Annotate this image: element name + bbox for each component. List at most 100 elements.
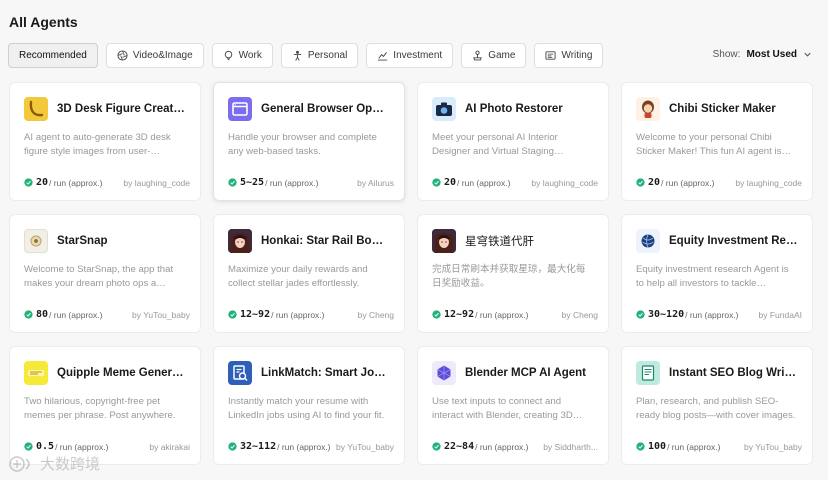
coin-icon: [228, 442, 237, 451]
anime-portrait-icon: [228, 229, 252, 253]
agent-title: Equity Investment Research: [669, 235, 798, 247]
agent-author[interactable]: by Cheng: [558, 310, 598, 320]
coin-icon: [228, 178, 237, 187]
agent-title: Instant SEO Blog Writer: [669, 367, 798, 379]
category-tabs: Recommended Video&Image Work Personal In…: [8, 43, 604, 68]
cost-unit: / run (approx.): [475, 309, 529, 320]
agent-title: Quipple Meme Generator: [57, 367, 186, 379]
tab-game[interactable]: Game: [461, 43, 527, 68]
agent-author[interactable]: by Cheng: [354, 310, 394, 320]
agent-description: Instantly match your resume with LinkedI…: [228, 396, 385, 421]
agent-cost: 22~84: [444, 441, 475, 452]
tab-writing[interactable]: Writing: [534, 43, 604, 68]
banana-icon: [24, 97, 48, 121]
agent-footer: 0.5 / run (approx.) by akirakai: [24, 441, 190, 452]
agent-card[interactable]: Equity Investment Research Equity invest…: [621, 214, 813, 333]
agent-cost: 32~112: [240, 441, 277, 452]
coin-icon: [432, 178, 441, 187]
cost-unit: / run (approx.): [277, 441, 331, 452]
watermark-logo-icon: [9, 455, 30, 472]
browser-window-icon: [228, 97, 252, 121]
agent-card[interactable]: Instant SEO Blog Writer Plan, research, …: [621, 346, 813, 465]
agent-cost: 5~25: [240, 177, 265, 188]
agent-cost: 20: [444, 177, 457, 188]
anime-portrait-icon: [432, 229, 456, 253]
agent-card[interactable]: Chibi Sticker Maker Welcome to your pers…: [621, 82, 813, 201]
agent-footer: 12~92 / run (approx.) by Cheng: [228, 309, 394, 320]
agent-card[interactable]: General Browser Operator Handle your bro…: [213, 82, 405, 201]
agent-description: Two hilarious, copyright-free pet memes …: [24, 396, 176, 421]
coin-icon: [432, 310, 441, 319]
agent-title: StarSnap: [57, 235, 108, 247]
joystick-icon: [472, 50, 483, 61]
agent-footer: 22~84 / run (approx.) by Siddharth...: [432, 441, 598, 452]
agent-cost: 30~120: [648, 309, 685, 320]
agent-title: Blender MCP AI Agent: [465, 367, 586, 379]
agent-author[interactable]: by FundaAI: [755, 310, 802, 320]
chart-icon: [377, 50, 388, 61]
cost-unit: / run (approx.): [685, 309, 739, 320]
agent-cost: 12~92: [240, 309, 271, 320]
agent-footer: 80 / run (approx.) by YuTou_baby: [24, 309, 190, 320]
agent-author[interactable]: by YuTou_baby: [740, 442, 802, 452]
tab-label: Writing: [561, 50, 593, 61]
tab-personal[interactable]: Personal: [280, 43, 359, 68]
agent-author[interactable]: by YuTou_baby: [332, 442, 394, 452]
tab-recommended[interactable]: Recommended: [8, 43, 98, 68]
tab-video-image[interactable]: Video&Image: [105, 43, 204, 68]
agent-card[interactable]: LinkMatch: Smart Job Match Instantly mat…: [213, 346, 405, 465]
tab-label: Personal: [307, 50, 348, 61]
agent-description: Handle your browser and complete any web…: [228, 132, 377, 157]
page-title: All Agents: [9, 14, 78, 30]
cost-unit: / run (approx.): [49, 177, 103, 188]
sort-dropdown[interactable]: Show: Most Used: [713, 49, 812, 60]
tab-label: Recommended: [19, 50, 87, 61]
agent-description: Welcome to your personal Chibi Sticker M…: [636, 132, 782, 157]
person-icon: [292, 50, 303, 61]
agent-author[interactable]: by YuTou_baby: [128, 310, 190, 320]
cost-unit: / run (approx.): [661, 177, 715, 188]
agent-description: Equity investment research Agent is to h…: [636, 264, 789, 289]
agent-cost: 12~92: [444, 309, 475, 320]
agent-footer: 5~25 / run (approx.) by Ailurus: [228, 177, 394, 188]
cost-unit: / run (approx.): [271, 309, 325, 320]
agent-author[interactable]: by Ailurus: [353, 178, 394, 188]
cost-unit: / run (approx.): [475, 441, 529, 452]
camera-icon: [432, 97, 456, 121]
agent-title: 3D Desk Figure Creation: [57, 103, 186, 115]
cost-unit: / run (approx.): [265, 177, 319, 188]
agent-card[interactable]: Blender MCP AI Agent Use text inputs to …: [417, 346, 609, 465]
sphere-icon: [636, 229, 660, 253]
agent-footer: 20 / run (approx.) by laughing_code: [432, 177, 598, 188]
agent-author[interactable]: by akirakai: [145, 442, 190, 452]
watermark: 大数跨境: [8, 453, 100, 474]
agent-title: AI Photo Restorer: [465, 103, 563, 115]
tab-investment[interactable]: Investment: [366, 43, 454, 68]
agent-card[interactable]: AI Photo Restorer Meet your personal AI …: [417, 82, 609, 201]
agent-card[interactable]: Honkai: Star Rail Booster Maximize your …: [213, 214, 405, 333]
tab-label: Work: [238, 50, 262, 61]
agent-description: Use text inputs to connect and interact …: [432, 396, 573, 421]
agent-card[interactable]: 3D Desk Figure Creation AI agent to auto…: [9, 82, 201, 201]
document-icon: [636, 361, 660, 385]
agent-author[interactable]: by Siddharth...: [539, 442, 598, 452]
agent-author[interactable]: by laughing_code: [119, 178, 190, 188]
agent-description: Maximize your daily rewards and collect …: [228, 264, 368, 289]
agent-author[interactable]: by laughing_code: [527, 178, 598, 188]
agent-cost: 0.5: [36, 441, 55, 452]
agent-cost: 20: [648, 177, 661, 188]
sort-label: Show:: [712, 49, 741, 60]
agent-card[interactable]: StarSnap Welcome to StarSnap, the app th…: [9, 214, 201, 333]
agent-author[interactable]: by laughing_code: [731, 178, 802, 188]
agent-footer: 20 / run (approx.) by laughing_code: [636, 177, 802, 188]
tab-label: Game: [488, 50, 516, 61]
agent-description: 完成日常刷本并获取星琼，最大化每日奖励收益。: [432, 264, 586, 289]
agent-card[interactable]: 星穹铁道代肝 完成日常刷本并获取星琼，最大化每日奖励收益。 12~92 / ru…: [417, 214, 609, 333]
tab-work[interactable]: Work: [211, 43, 273, 68]
agent-card[interactable]: Quipple Meme Generator Two hilarious, co…: [9, 346, 201, 465]
watermark-text: 大数跨境: [40, 455, 101, 473]
agent-title: Honkai: Star Rail Booster: [261, 235, 390, 247]
cube-gem-icon: [432, 361, 456, 385]
agent-footer: 100 / run (approx.) by YuTou_baby: [636, 441, 802, 452]
agent-description: AI agent to auto-generate 3D desk figure…: [24, 132, 171, 157]
